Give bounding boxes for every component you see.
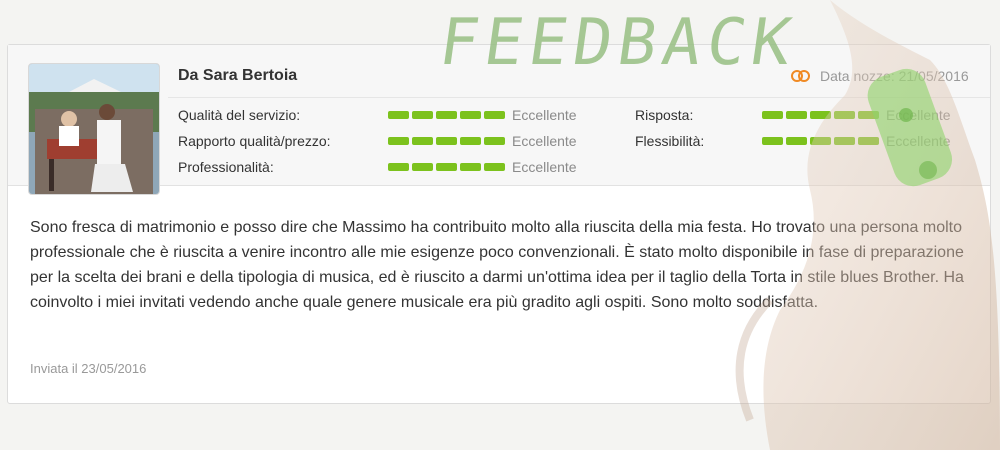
rating-bars [762,111,886,119]
reviewer-name: Da Sara Bertoia [178,67,298,84]
rating-bar [786,137,807,145]
rating-bar [834,111,855,119]
rating-bar [436,111,457,119]
rating-bar [412,163,433,171]
rating-label: Flessibilità: [635,133,705,149]
rating-flexibility: Flessibilità: Eccellente [635,133,951,149]
rating-bar [436,137,457,145]
rating-bar [388,163,409,171]
rating-bars [388,137,512,145]
header-divider [168,97,990,98]
rating-bar [810,137,831,145]
rating-bar [412,137,433,145]
rating-bar [762,111,783,119]
rating-price: Rapporto qualità/prezzo: Eccellente [178,133,577,149]
rating-label: Risposta: [635,107,694,123]
rating-professionalism: Professionalità: Eccellente [178,159,577,175]
rating-value: Eccellente [886,107,951,123]
rating-label: Rapporto qualità/prezzo: [178,133,331,149]
reviewer-photo [28,63,160,195]
rating-value: Eccellente [512,133,577,149]
rating-bar [460,111,481,119]
rating-label: Professionalità: [178,159,274,175]
rating-bar [484,137,505,145]
rating-bar [810,111,831,119]
rating-value: Eccellente [512,159,577,175]
rings-icon [791,70,810,82]
rating-quality: Qualità del servizio: Eccellente [178,107,577,123]
rating-bar [762,137,783,145]
rating-bar [786,111,807,119]
rating-bar [388,111,409,119]
rating-bar [436,163,457,171]
rating-bar [412,111,433,119]
rating-bar [858,137,879,145]
rating-bars [388,111,512,119]
rating-value: Eccellente [886,133,951,149]
wedding-photo-image [29,64,159,194]
sent-date: Inviata il 23/05/2016 [30,361,147,376]
rating-bars [388,163,512,171]
rating-bar [834,137,855,145]
rating-bar [484,111,505,119]
rating-bar [858,111,879,119]
wedding-date-text: Data nozze: 21/05/2016 [820,68,969,84]
rating-bar [460,163,481,171]
rating-bar [484,163,505,171]
rating-bars [762,137,886,145]
rating-value: Eccellente [512,107,577,123]
rating-label: Qualità del servizio: [178,107,301,123]
wedding-date: Data nozze: 21/05/2016 [790,68,969,84]
rating-bar [460,137,481,145]
feedback-title: FEEDBACK [434,6,802,80]
review-body: Sono fresca di matrimonio e posso dire c… [30,219,964,311]
rating-response: Risposta: Eccellente [635,107,951,123]
review-card: Da Sara Bertoia Data nozze: 21/05/2016 Q… [7,44,991,404]
rating-bar [388,137,409,145]
